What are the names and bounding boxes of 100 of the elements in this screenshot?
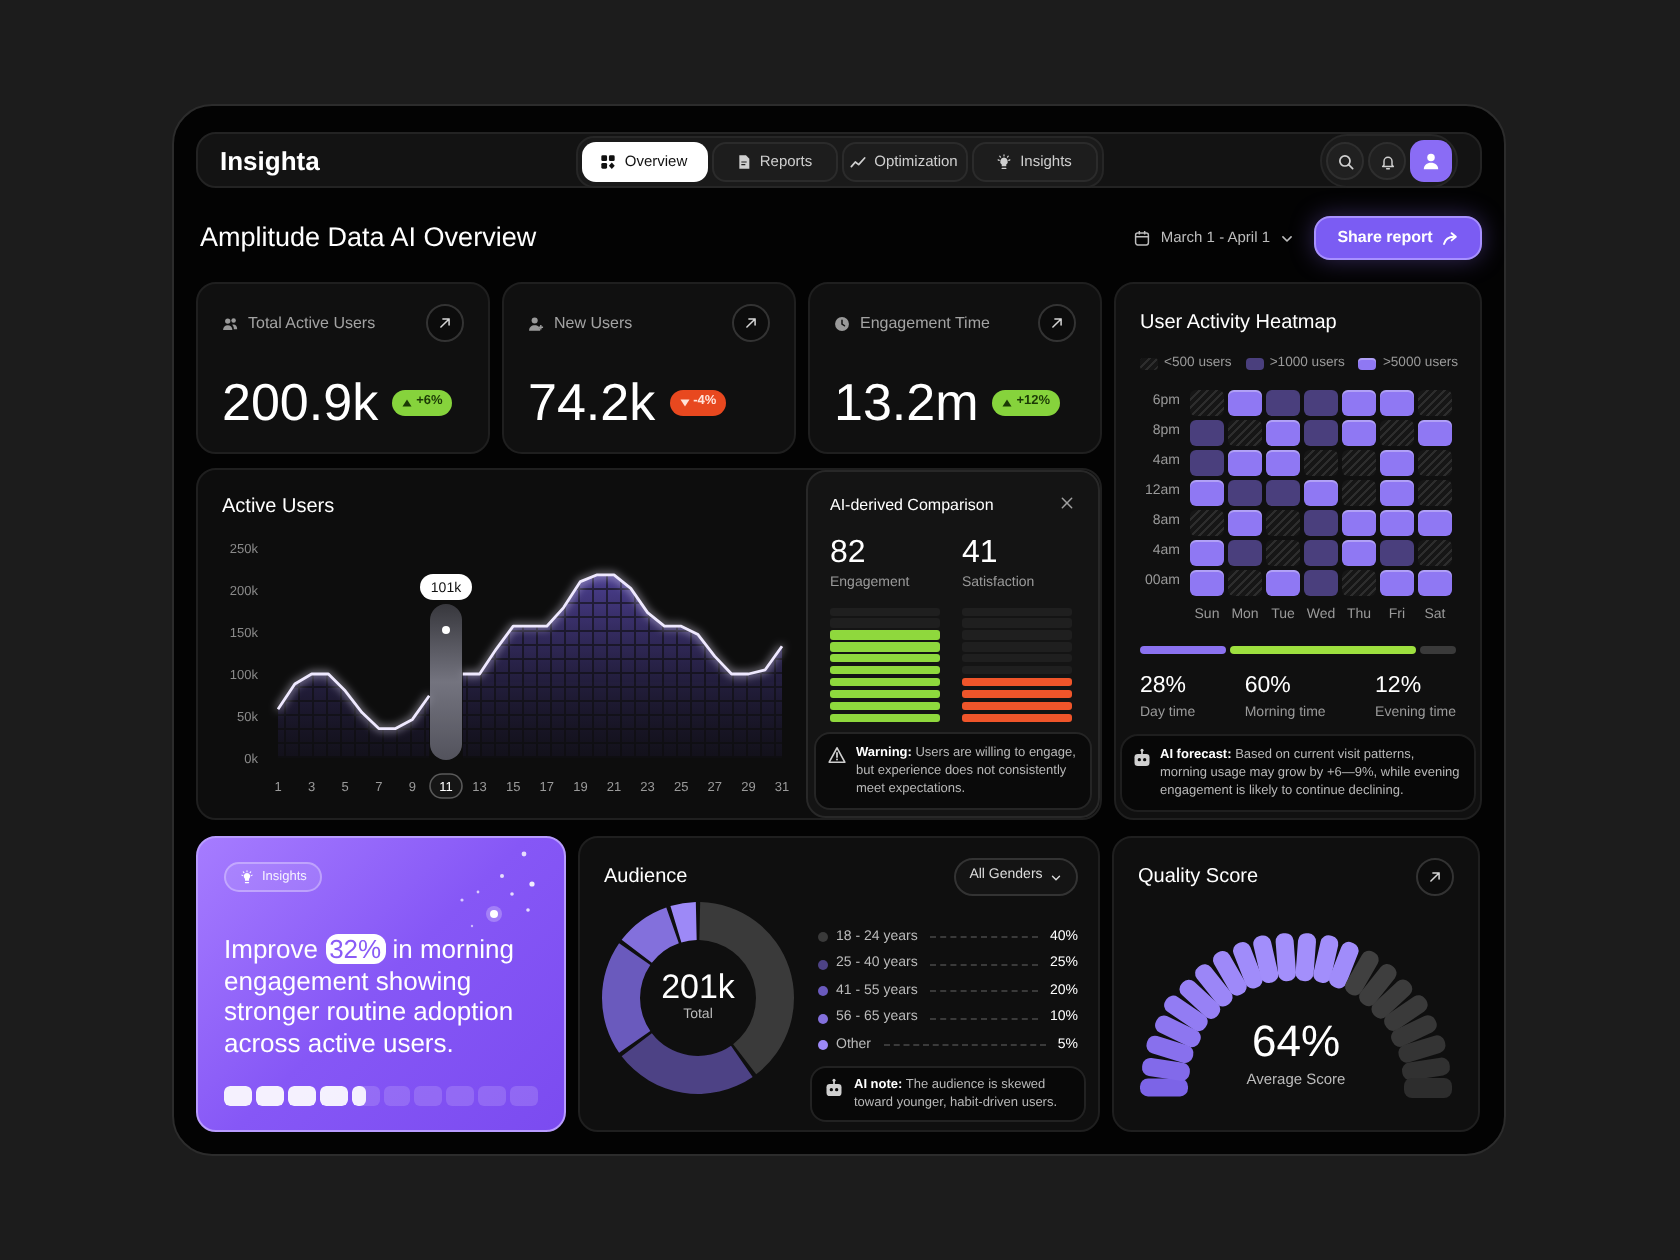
leader-line [929, 936, 1038, 939]
panel-title: AI-derived Comparison [830, 494, 994, 518]
heatmap-cell [1418, 570, 1452, 597]
point-marker-icon [442, 626, 450, 634]
triangle-up-icon [402, 397, 413, 407]
heatmap-cell [1342, 390, 1376, 417]
heatmap-cell [1228, 540, 1262, 567]
heatmap-cell [1228, 480, 1262, 507]
stat-value: 60% [1244, 671, 1293, 700]
heatmap-cell [1304, 510, 1338, 537]
heatmap-cell [1228, 390, 1262, 417]
heatmap-cell [1228, 570, 1262, 597]
trend-line-icon [850, 153, 867, 169]
metric-value: 41 [962, 536, 1000, 572]
heatmap-cell [1418, 420, 1452, 447]
document-icon [735, 153, 752, 169]
open-details-button[interactable] [732, 304, 770, 342]
grid-icon [600, 153, 617, 169]
kpi-label: Total Active Users [248, 311, 376, 335]
kpi-value: 200.9k [222, 376, 379, 428]
lightbulb-icon [996, 153, 1013, 169]
bell-icon [1379, 153, 1395, 169]
heatmap-cell [1342, 450, 1376, 477]
clock-icon [834, 315, 850, 331]
heatmap-cell [1190, 390, 1224, 417]
heatmap-cell [1380, 570, 1414, 597]
robot-icon [824, 1078, 844, 1098]
search-button[interactable] [1326, 142, 1364, 180]
leader-line [929, 1017, 1038, 1020]
open-details-button[interactable] [1038, 304, 1076, 342]
robot-icon [1132, 748, 1152, 768]
heatmap-cell [1418, 540, 1452, 567]
search-icon [1337, 153, 1353, 169]
heatmap-cell [1342, 540, 1376, 567]
open-details-button[interactable] [426, 304, 464, 342]
card-title: Audience [604, 864, 688, 892]
legend-swatch [1245, 358, 1264, 371]
heatmap-cell [1380, 480, 1414, 507]
heatmap-cell [1266, 540, 1300, 567]
heatmap-cell [1228, 420, 1262, 447]
heatmap-cell [1190, 450, 1224, 477]
share-report-button[interactable]: Share report [1314, 216, 1482, 260]
donut-total-value: 201k [661, 968, 735, 1007]
kpi-label: New Users [554, 311, 633, 335]
heatmap-cell [1304, 480, 1338, 507]
heatmap-cell [1266, 390, 1300, 417]
notifications-button[interactable] [1368, 142, 1406, 180]
heatmap-cell [1304, 420, 1338, 447]
heatmap-cell [1190, 510, 1224, 537]
heatmap-cell [1190, 420, 1224, 447]
close-button[interactable] [1058, 494, 1076, 512]
insight-text: Improve 32% in morning engagement showing stronger routine adoption across active users. [224, 934, 516, 1058]
heatmap-cell [1266, 450, 1300, 477]
user-plus-icon [528, 315, 544, 331]
warning-icon [828, 746, 846, 764]
heatmap-cell [1380, 420, 1414, 447]
heatmap-cell [1342, 420, 1376, 447]
heatmap-cell [1190, 480, 1224, 507]
chevron-down-icon [1050, 873, 1063, 881]
heatmap-cell [1266, 570, 1300, 597]
users-icon [222, 315, 238, 331]
heatmap-cell [1342, 480, 1376, 507]
close-icon [1060, 496, 1074, 510]
page-title: Amplitude Data AI Overview [198, 219, 537, 256]
heatmap-cell [1380, 450, 1414, 477]
calendar-icon [1134, 230, 1151, 246]
card-title: User Activity Heatmap [1140, 310, 1339, 338]
lightbulb-icon [240, 870, 254, 884]
heatmap-cell [1304, 390, 1338, 417]
heatmap-cell [1304, 570, 1338, 597]
stat-value: 28% [1140, 671, 1189, 700]
triangle-up-icon [1002, 397, 1013, 407]
heatmap-cell [1190, 540, 1224, 567]
chevron-down-icon [1280, 233, 1294, 243]
heatmap-cell [1228, 450, 1262, 477]
heatmap-cell [1342, 570, 1376, 597]
person-icon [1422, 152, 1440, 170]
kpi-value: 74.2k [528, 376, 656, 428]
metric-value: 82 [830, 536, 868, 572]
logo-text: Insighta [220, 143, 320, 180]
arrow-up-right-icon [1050, 316, 1064, 330]
heatmap-cell [1304, 540, 1338, 567]
heatmap-cell [1418, 450, 1452, 477]
arrow-up-right-icon [1428, 870, 1442, 884]
kpi-label: Engagement Time [860, 311, 990, 335]
share-arrow-icon [1442, 230, 1459, 246]
arrow-up-right-icon [744, 316, 758, 330]
heatmap-cell [1266, 510, 1300, 537]
heatmap-cell [1418, 510, 1452, 537]
heatmap-cell [1380, 390, 1414, 417]
leader-line [929, 990, 1038, 993]
heatmap-cell [1418, 390, 1452, 417]
heatmap-cell [1266, 420, 1300, 447]
heatmap-cell [1418, 480, 1452, 507]
legend-swatch [1358, 358, 1377, 371]
legend-swatch [1140, 358, 1158, 371]
heatmap-cell [1342, 510, 1376, 537]
open-details-button[interactable] [1416, 858, 1454, 896]
profile-button[interactable] [1410, 140, 1452, 182]
heatmap-cell [1190, 570, 1224, 597]
